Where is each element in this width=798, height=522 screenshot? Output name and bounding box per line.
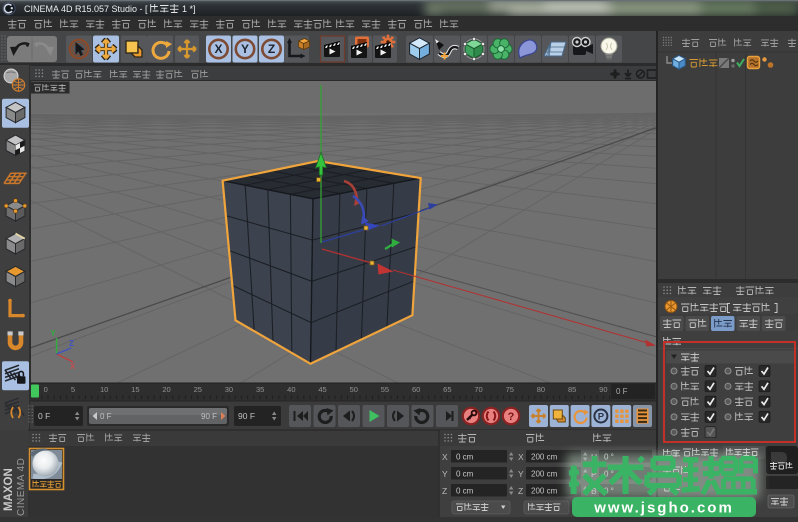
svg-text:0 cm: 0 cm xyxy=(456,453,474,462)
svg-text:0 F: 0 F xyxy=(100,412,112,421)
svg-text:0: 0 xyxy=(44,385,48,394)
svg-text:0 F: 0 F xyxy=(616,387,628,396)
svg-text:85: 85 xyxy=(568,385,576,394)
svg-text:55: 55 xyxy=(381,385,389,394)
svg-text:0 F: 0 F xyxy=(38,411,50,421)
svg-text:Y: Y xyxy=(518,469,524,479)
svg-text:50: 50 xyxy=(350,385,358,394)
svg-text:X: X xyxy=(214,42,222,56)
svg-text:90 F: 90 F xyxy=(238,411,255,421)
svg-text:65: 65 xyxy=(443,385,451,394)
svg-text:75: 75 xyxy=(506,385,514,394)
svg-text:1 *]: 1 *] xyxy=(182,4,196,14)
svg-text:200 cm: 200 cm xyxy=(531,470,558,479)
svg-text:www.jsgho.com: www.jsgho.com xyxy=(593,500,734,517)
svg-text:90 F: 90 F xyxy=(201,412,217,421)
svg-text:Z: Z xyxy=(268,42,275,56)
svg-text:CINEMA 4D R15.057 Studio - [: CINEMA 4D R15.057 Studio - [ xyxy=(24,4,148,14)
svg-text:70: 70 xyxy=(474,385,482,394)
svg-text:80: 80 xyxy=(537,385,545,394)
svg-text:40: 40 xyxy=(287,385,295,394)
svg-text:0 cm: 0 cm xyxy=(456,487,474,496)
svg-text:CINEMA 4D: CINEMA 4D xyxy=(16,458,27,516)
svg-text:30: 30 xyxy=(225,385,233,394)
svg-text:P: P xyxy=(598,412,605,423)
svg-text:Z: Z xyxy=(442,486,447,496)
svg-text:20: 20 xyxy=(162,385,170,394)
svg-text:5: 5 xyxy=(71,385,75,394)
svg-text:0 cm: 0 cm xyxy=(456,470,474,479)
svg-text:10: 10 xyxy=(100,385,108,394)
svg-text:X: X xyxy=(518,452,524,462)
svg-text:?: ? xyxy=(508,411,515,423)
svg-text:X: X xyxy=(442,452,448,462)
svg-text:200 cm: 200 cm xyxy=(531,487,558,496)
svg-text:35: 35 xyxy=(256,385,264,394)
svg-text:25: 25 xyxy=(194,385,202,394)
svg-text:60: 60 xyxy=(412,385,420,394)
svg-text:Z: Z xyxy=(69,339,74,348)
svg-text:200 cm: 200 cm xyxy=(531,453,558,462)
svg-text:Z: Z xyxy=(518,486,523,496)
svg-text:X: X xyxy=(70,362,76,371)
svg-text:Y: Y xyxy=(241,42,249,56)
svg-text:45: 45 xyxy=(318,385,326,394)
svg-text:Y: Y xyxy=(442,469,448,479)
svg-text:Y: Y xyxy=(50,329,56,338)
svg-text:90: 90 xyxy=(599,385,607,394)
svg-text:15: 15 xyxy=(131,385,139,394)
svg-text:MAXON: MAXON xyxy=(3,468,15,511)
